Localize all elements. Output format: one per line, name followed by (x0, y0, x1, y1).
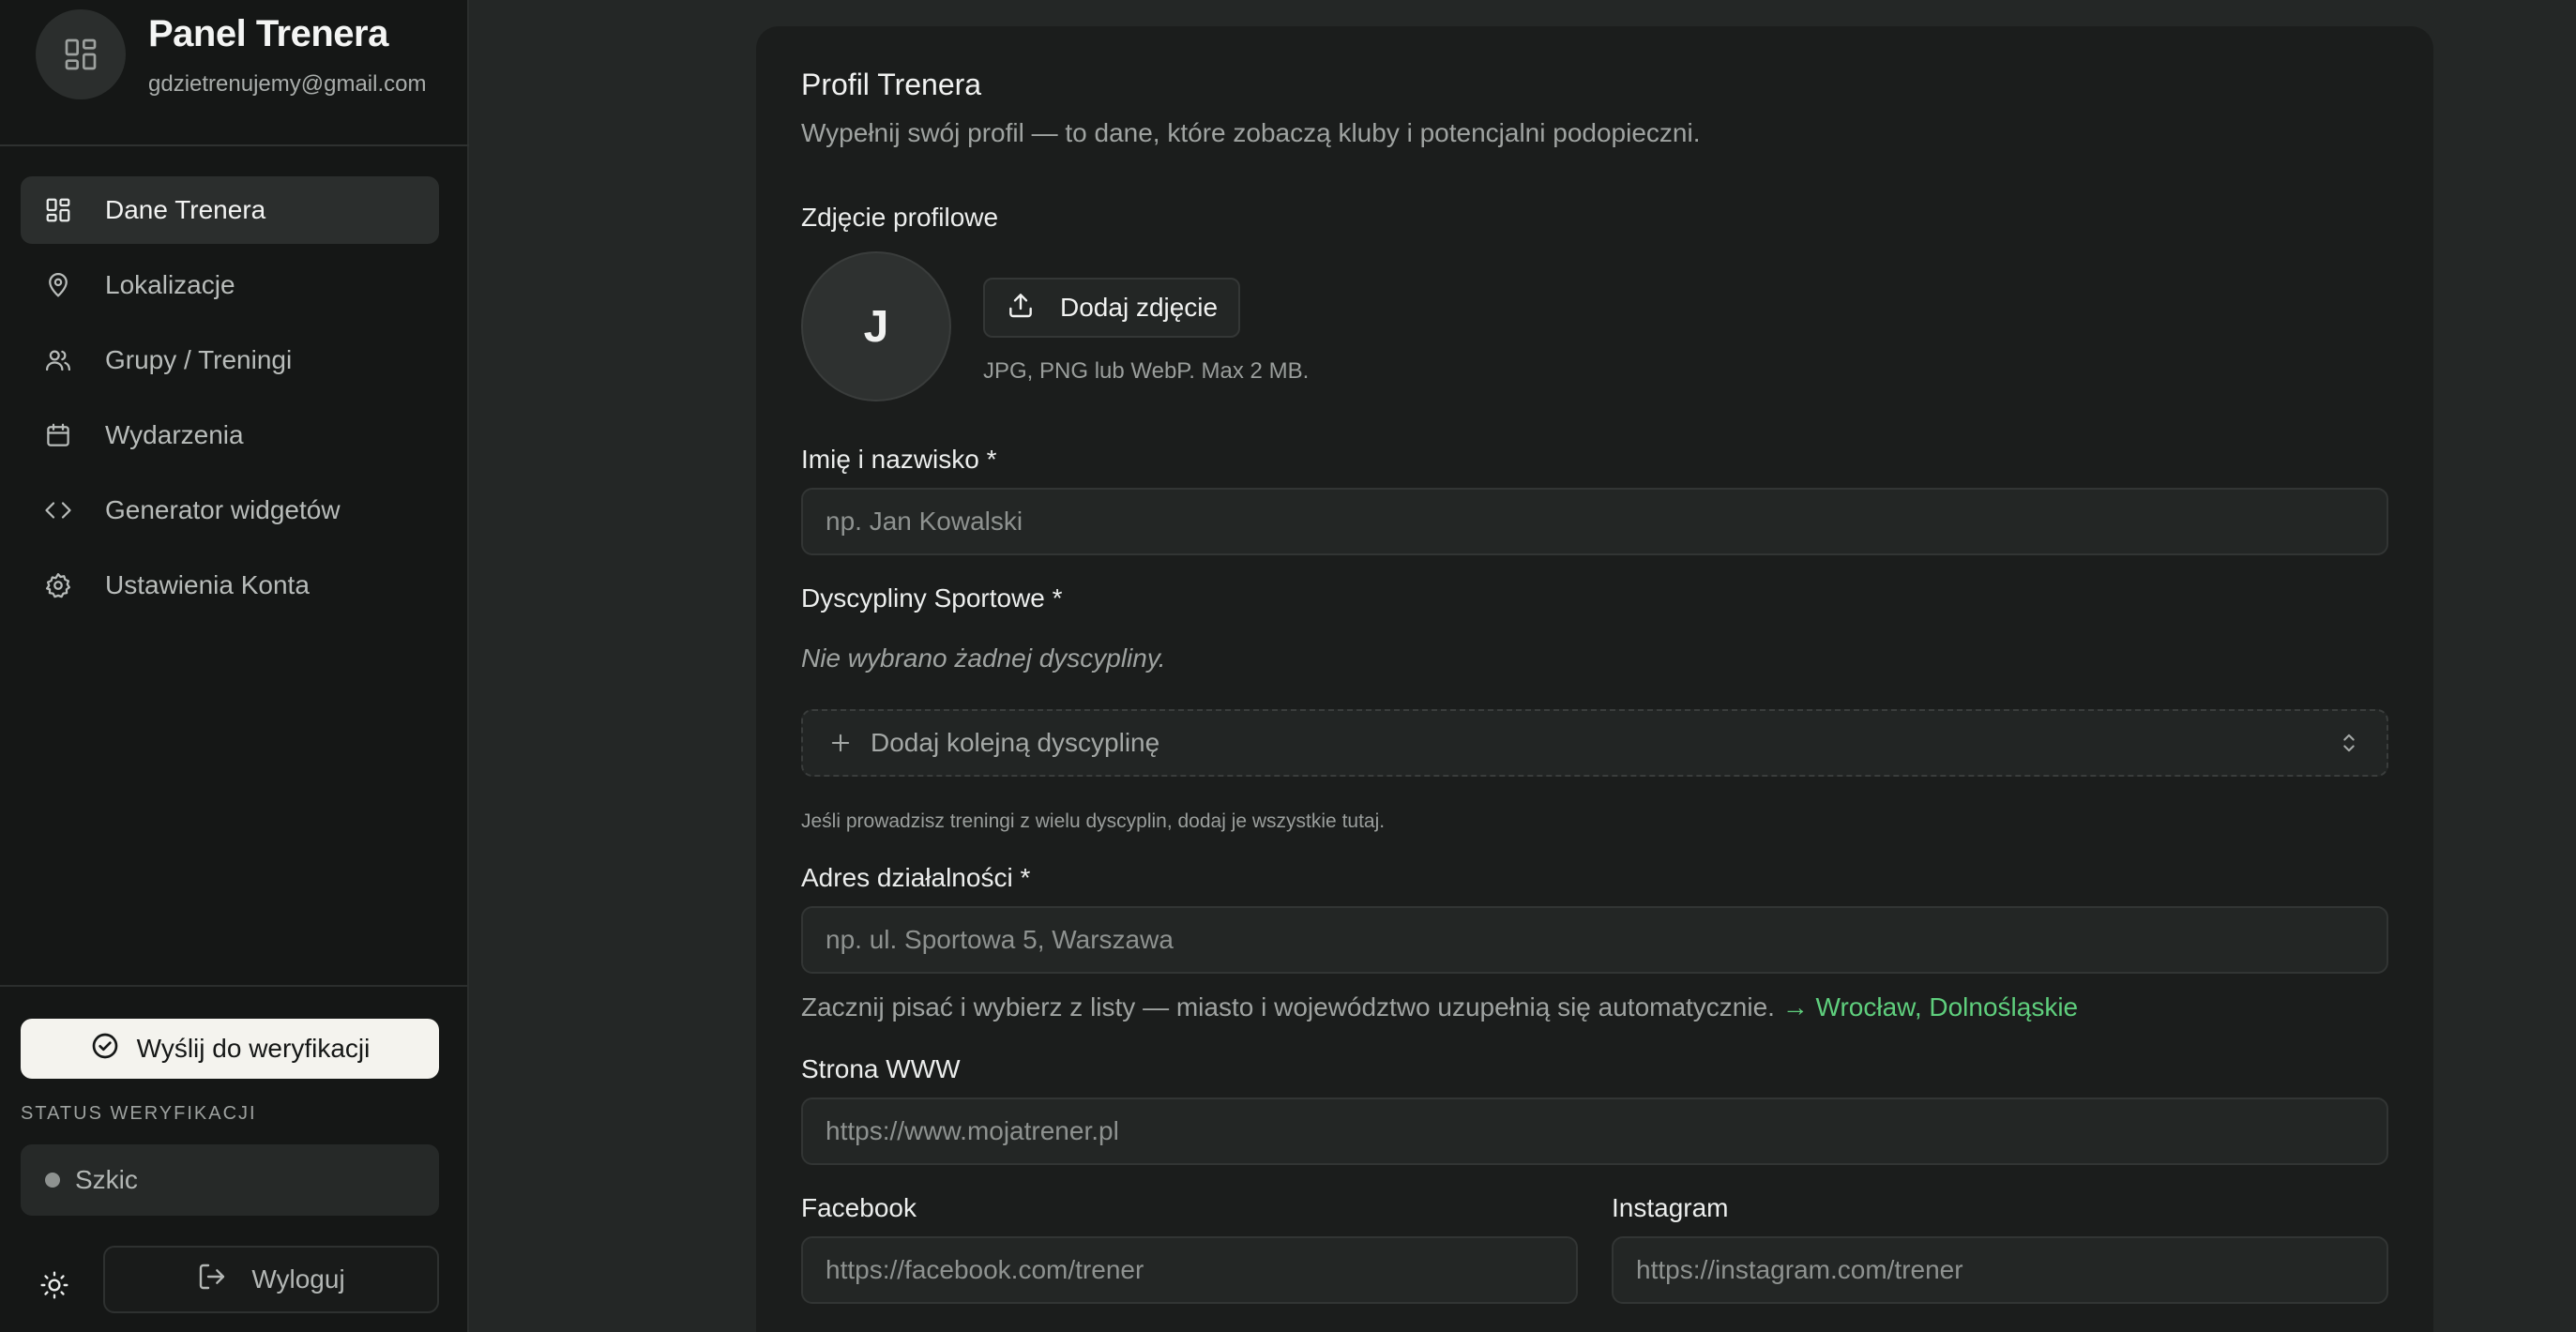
address-hint-text: Zacznij pisać i wybierz z listy — miasto… (801, 992, 1775, 1022)
sidebar-brand: Panel Trenera gdzietrenujemy@gmail.com (0, 0, 469, 146)
name-label: Imię i nazwisko * (801, 445, 997, 474)
calendar-icon (43, 420, 73, 450)
users-icon (43, 345, 73, 375)
brand-email: gdzietrenujemy@gmail.com (148, 71, 427, 97)
gear-icon (43, 570, 73, 600)
disciplines-label: Dyscypliny Sportowe * (801, 583, 1063, 613)
sidebar-item-label: Dane Trenera (105, 195, 266, 224)
map-pin-icon (43, 270, 73, 300)
check-circle-icon (90, 1031, 120, 1067)
www-label: Strona WWW (801, 1054, 961, 1083)
sidebar: Panel Trenera gdzietrenujemy@gmail.com D… (0, 0, 469, 1332)
sidebar-item-label: Lokalizacje (105, 270, 235, 299)
brand-title: Panel Trenera (148, 13, 388, 54)
address-label: Adres działalności * (801, 863, 1031, 892)
disciplines-hint: Jeśli prowadzisz treningi z wielu dyscyp… (801, 810, 1386, 832)
sidebar-item-dane-trenera[interactable]: Dane Trenera (21, 176, 439, 244)
send-for-verification-button[interactable]: Wyślij do weryfikacji (21, 1019, 439, 1079)
name-input[interactable] (801, 488, 2388, 555)
sidebar-item-label: Wydarzenia (105, 420, 244, 449)
add-discipline-label: Dodaj kolejną dyscyplinę (871, 728, 1160, 757)
verify-button-label: Wyślij do weryfikacji (136, 1034, 371, 1063)
sidebar-item-lokalizacje[interactable]: Lokalizacje (21, 251, 439, 319)
status-value: Szkic (75, 1165, 138, 1194)
status-badge: Szkic (21, 1144, 439, 1216)
code-icon (43, 495, 73, 525)
photo-label: Zdjęcie profilowe (801, 203, 999, 232)
sidebar-item-ustawienia[interactable]: Ustawienia Konta (21, 552, 439, 619)
plus-icon (827, 730, 854, 756)
verification-status-caption: STATUS WERYFIKACJI (21, 1103, 257, 1124)
logout-icon (197, 1262, 227, 1298)
profile-card: Profil Trenera Wypełnij swój profil — to… (756, 26, 2433, 1332)
instagram-input[interactable] (1612, 1236, 2388, 1304)
upload-icon (1006, 290, 1036, 326)
logout-button[interactable]: Wyloguj (103, 1246, 439, 1313)
sidebar-item-label: Grupy / Treningi (105, 345, 293, 374)
instagram-label: Instagram (1612, 1193, 1729, 1222)
sidebar-item-wydarzenia[interactable]: Wydarzenia (21, 401, 439, 469)
disciplines-empty-note: Nie wybrano żadnej dyscypliny. (801, 643, 1166, 673)
sidebar-footer: Wyślij do weryfikacji STATUS WERYFIKACJI… (0, 985, 469, 1332)
upload-hint: JPG, PNG lub WebP. Max 2 MB. (983, 358, 1310, 384)
address-example: → Wrocław, Dolnośląskie (1781, 992, 2079, 1022)
sidebar-item-label: Ustawienia Konta (105, 570, 310, 599)
status-dot-icon (45, 1173, 60, 1188)
www-input[interactable] (801, 1097, 2388, 1165)
sun-icon[interactable] (36, 1266, 73, 1304)
avatar: J (801, 251, 951, 401)
sidebar-item-grupy[interactable]: Grupy / Treningi (21, 326, 439, 394)
sidebar-nav: Dane Trenera Lokalizacje Grupy / Trening… (21, 176, 439, 627)
facebook-input[interactable] (801, 1236, 1578, 1304)
chevron-up-down-icon (2336, 730, 2362, 763)
dashboard-icon (43, 195, 73, 225)
sidebar-item-generator[interactable]: Generator widgetów (21, 477, 439, 544)
add-photo-label: Dodaj zdjęcie (1060, 293, 1219, 322)
page-subtitle: Wypełnij swój profil — to dane, które zo… (801, 118, 1701, 147)
page-title: Profil Trenera (801, 68, 982, 101)
facebook-label: Facebook (801, 1193, 917, 1222)
logout-label: Wyloguj (251, 1264, 345, 1294)
address-input[interactable] (801, 906, 2388, 974)
address-hint: Zacznij pisać i wybierz z listy — miasto… (801, 992, 2078, 1022)
add-photo-button[interactable]: Dodaj zdjęcie (983, 278, 1241, 338)
add-discipline-select[interactable]: Dodaj kolejną dyscyplinę (801, 709, 2388, 777)
dashboard-icon (36, 9, 126, 99)
sidebar-item-label: Generator widgetów (105, 495, 341, 524)
